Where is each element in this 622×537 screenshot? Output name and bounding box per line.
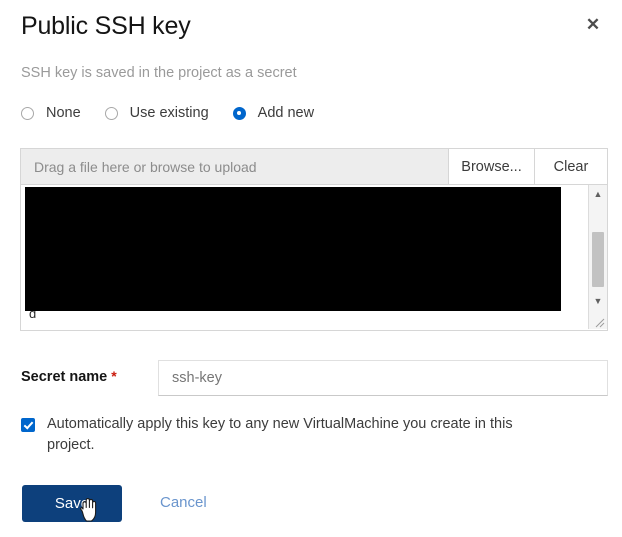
secret-name-input[interactable] bbox=[158, 360, 608, 396]
close-icon[interactable]: ✕ bbox=[580, 12, 606, 38]
radio-icon-none[interactable] bbox=[21, 106, 34, 120]
radio-icon-add-new[interactable] bbox=[232, 106, 246, 120]
clear-button[interactable]: Clear bbox=[534, 149, 607, 184]
key-source-radio-group: None Use existing Add new bbox=[21, 101, 314, 125]
radio-label-use-existing: Use existing bbox=[129, 105, 209, 121]
secret-name-label-text: Secret name bbox=[21, 369, 108, 385]
page-title: Public SSH key bbox=[21, 12, 191, 40]
textarea-scrollbar[interactable]: ▲ ▼ bbox=[588, 185, 607, 329]
redaction-overlay bbox=[25, 187, 561, 311]
checkbox-icon-auto-apply[interactable] bbox=[21, 418, 35, 432]
scroll-down-icon[interactable]: ▼ bbox=[589, 292, 607, 310]
radio-option-none[interactable]: None bbox=[21, 105, 81, 121]
radio-option-use-existing[interactable]: Use existing bbox=[104, 105, 209, 121]
radio-label-none: None bbox=[46, 105, 81, 121]
file-upload-bar: Drag a file here or browse to upload Bro… bbox=[20, 148, 608, 185]
secret-name-label: Secret name * bbox=[21, 368, 117, 385]
public-ssh-key-dialog: Public SSH key ✕ SSH key is saved in the… bbox=[0, 0, 622, 537]
resize-handle-icon[interactable] bbox=[592, 315, 605, 328]
cancel-button[interactable]: Cancel bbox=[160, 494, 207, 511]
scroll-up-icon[interactable]: ▲ bbox=[589, 185, 607, 203]
radio-label-add-new: Add new bbox=[257, 105, 315, 121]
auto-apply-checkbox-row[interactable]: Automatically apply this key to any new … bbox=[21, 414, 581, 456]
auto-apply-label: Automatically apply this key to any new … bbox=[47, 416, 513, 453]
file-drop-area[interactable]: Drag a file here or browse to upload bbox=[21, 149, 448, 184]
radio-option-add-new[interactable]: Add new bbox=[232, 105, 315, 121]
scrollbar-thumb[interactable] bbox=[592, 232, 604, 287]
required-marker: * bbox=[111, 368, 117, 384]
dialog-subtitle: SSH key is saved in the project as a sec… bbox=[21, 65, 297, 81]
radio-icon-use-existing[interactable] bbox=[104, 106, 118, 120]
browse-button[interactable]: Browse... bbox=[448, 149, 534, 184]
save-button[interactable]: Save bbox=[22, 485, 122, 522]
